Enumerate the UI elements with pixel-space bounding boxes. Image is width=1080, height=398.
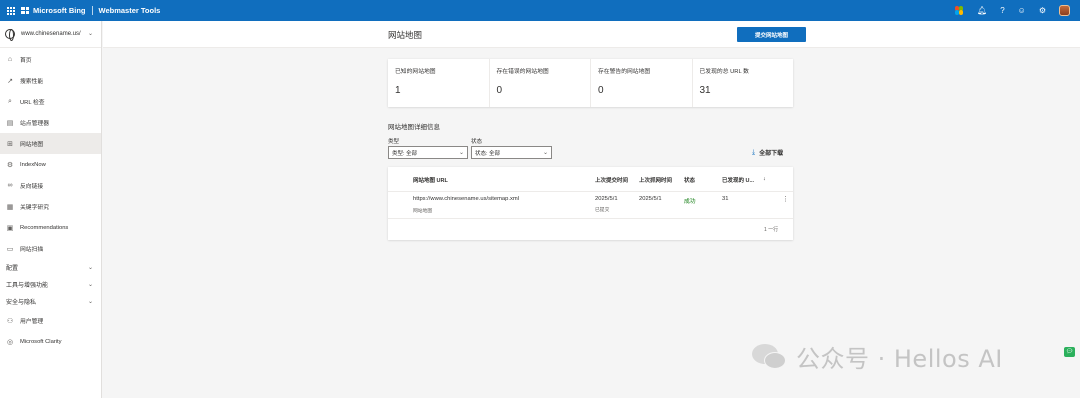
column-header-submitted[interactable]: 上次提交时间 — [595, 176, 628, 184]
status-filter-dropdown[interactable]: 状态: 全部 ⌄ — [471, 146, 552, 159]
download-all-button[interactable]: ⤓ 全部下载 — [752, 148, 783, 158]
chevron-down-icon: ⌄ — [458, 150, 464, 156]
sidebar-item-site-explorer[interactable]: ▤ 站点管理器 — [0, 112, 101, 133]
details-title: 网站地图详细信息 — [388, 124, 440, 131]
recommendations-icon: ▣ — [6, 224, 14, 232]
header-divider — [388, 191, 793, 192]
link-icon: ∞ — [7, 182, 13, 189]
search-icon: ⌕ — [8, 97, 12, 105]
wechat-icon — [752, 342, 788, 372]
top-bar: Microsoft Bing Webmaster Tools 🔔︎ ? ☺ ⚙ — [0, 0, 1080, 21]
keyword-icon: ▦ — [6, 203, 14, 211]
help-icon[interactable]: ? — [1000, 6, 1004, 15]
trend-icon: ↗ — [7, 77, 13, 85]
page-header: 网站地图 提交网站地图 — [103, 21, 1080, 48]
chevron-down-icon: ⌄ — [88, 31, 94, 37]
urls-discovered: 31 — [722, 196, 729, 202]
chevron-down-icon: ⌄ — [88, 265, 94, 271]
clarity-icon: ◎ — [6, 338, 14, 346]
submitted-date: 2025/5/1 — [595, 196, 618, 202]
download-icon: ⤓ — [752, 148, 756, 156]
brand-name: Microsoft Bing — [33, 6, 86, 15]
site-name: www.chinesename.us/ — [21, 31, 81, 37]
watermark: 公众号 · Hellos AI — [752, 339, 1003, 374]
avatar[interactable] — [1059, 5, 1070, 16]
stat-card-total-urls: 已发现的总 URL 数 31 — [699, 69, 749, 96]
status-filter-label: 状态 — [471, 139, 483, 145]
sidebar-item-site-scan[interactable]: ▭ 网站扫描 — [0, 238, 101, 259]
sidebar-item-sitemaps[interactable]: ⊞ 网站地图 — [0, 133, 101, 154]
submit-sitemap-button[interactable]: 提交网站地图 — [737, 27, 806, 42]
stat-card-known: 已知的网站地图 1 — [388, 59, 490, 107]
stat-card-errors: 存在错误的网站地图 0 — [490, 59, 591, 107]
gear-icon: ⚙ — [6, 161, 14, 169]
waffle-icon[interactable] — [7, 6, 15, 15]
chat-feedback-icon[interactable]: 💬︎ — [1064, 347, 1075, 357]
product-name[interactable]: Webmaster Tools — [99, 6, 161, 15]
microsoft-logo-icon — [21, 6, 29, 15]
sitemaps-table: 网站地图 URL 上次提交时间 上次抓网时间 状态 已发现的 U... ↓ ht… — [388, 167, 793, 240]
site-selector[interactable]: www.chinesename.us/ ⌄ — [0, 21, 101, 48]
stat-card-warnings: 存在警告的网站地图 0 — [591, 59, 693, 107]
copilot-icon[interactable] — [955, 6, 964, 15]
sidebar: www.chinesename.us/ ⌄ ⌂ 首页 ↗ 搜索性能 ⌕ URL 检查 … — [0, 21, 102, 398]
sidebar-item-home[interactable]: ⌂ 首页 — [0, 49, 101, 70]
settings-icon[interactable]: ⚙ — [1039, 6, 1046, 15]
document-icon: ▤ — [6, 119, 14, 127]
column-header-url[interactable]: 网站地图 URL — [413, 176, 448, 184]
column-header-crawled[interactable]: 上次抓网时间 — [639, 176, 672, 184]
sort-arrow-icon[interactable]: ↓ — [763, 176, 766, 182]
watermark-text: 公众号 · Hellos AI — [796, 345, 1003, 373]
sidebar-item-keyword-research[interactable]: ▦ 关键字研究 — [0, 196, 101, 217]
chevron-down-icon: ⌄ — [88, 282, 94, 288]
sitemap-icon: ⊞ — [7, 140, 13, 148]
sidebar-item-user-management[interactable]: ⚇ 用户管理 — [0, 310, 101, 331]
type-filter-label: 类型 — [388, 139, 400, 145]
users-icon: ⚇ — [6, 317, 14, 325]
sidebar-item-backlinks[interactable]: ∞ 反向链接 — [0, 175, 101, 196]
row-count: 1 一行 — [764, 227, 779, 233]
sitemap-type: 网站地图 — [413, 209, 433, 214]
sidebar-item-indexnow[interactable]: ⚙ IndexNow — [0, 154, 101, 175]
more-options-icon[interactable]: ⋮ — [782, 195, 789, 203]
type-filter-dropdown[interactable]: 类型: 全部 ⌄ — [388, 146, 468, 159]
crawled-date: 2025/5/1 — [639, 196, 662, 202]
sidebar-group-configuration[interactable]: 配置 ⌄ — [0, 259, 101, 276]
brand-divider — [91, 6, 93, 15]
sidebar-group-security[interactable]: 安全与隐私 ⌄ — [0, 293, 101, 310]
sidebar-item-search-performance[interactable]: ↗ 搜索性能 — [0, 70, 101, 91]
stats-cards: 已知的网站地图 1 存在错误的网站地图 0 存在警告的网站地图 0 已发现的总 … — [388, 59, 793, 107]
page-title: 网站地图 — [388, 30, 423, 40]
chevron-down-icon: ⌄ — [542, 150, 548, 156]
status-badge: 成功 — [684, 199, 696, 205]
sidebar-group-tools[interactable]: 工具与增强功能 ⌄ — [0, 276, 101, 293]
sitemap-url[interactable]: https://www.chinesename.us/sitemap.xml — [413, 196, 519, 202]
feedback-smile-icon[interactable]: ☺ — [1018, 6, 1026, 15]
sidebar-item-clarity[interactable]: ◎ Microsoft Clarity — [0, 331, 101, 352]
sidebar-item-url-inspection[interactable]: ⌕ URL 检查 — [0, 91, 101, 112]
scan-icon: ▭ — [6, 245, 14, 253]
chevron-down-icon: ⌄ — [88, 299, 94, 305]
submitted-note: 已提交 — [595, 208, 610, 213]
globe-icon — [5, 29, 15, 41]
home-icon: ⌂ — [7, 56, 13, 63]
column-header-status[interactable]: 状态 — [684, 176, 695, 184]
sidebar-item-recommendations[interactable]: ▣ Recommendations — [0, 217, 101, 238]
row-divider — [388, 218, 793, 219]
column-header-urls-discovered[interactable]: 已发现的 U... — [722, 176, 754, 184]
bell-icon[interactable]: 🔔︎ — [977, 6, 987, 15]
